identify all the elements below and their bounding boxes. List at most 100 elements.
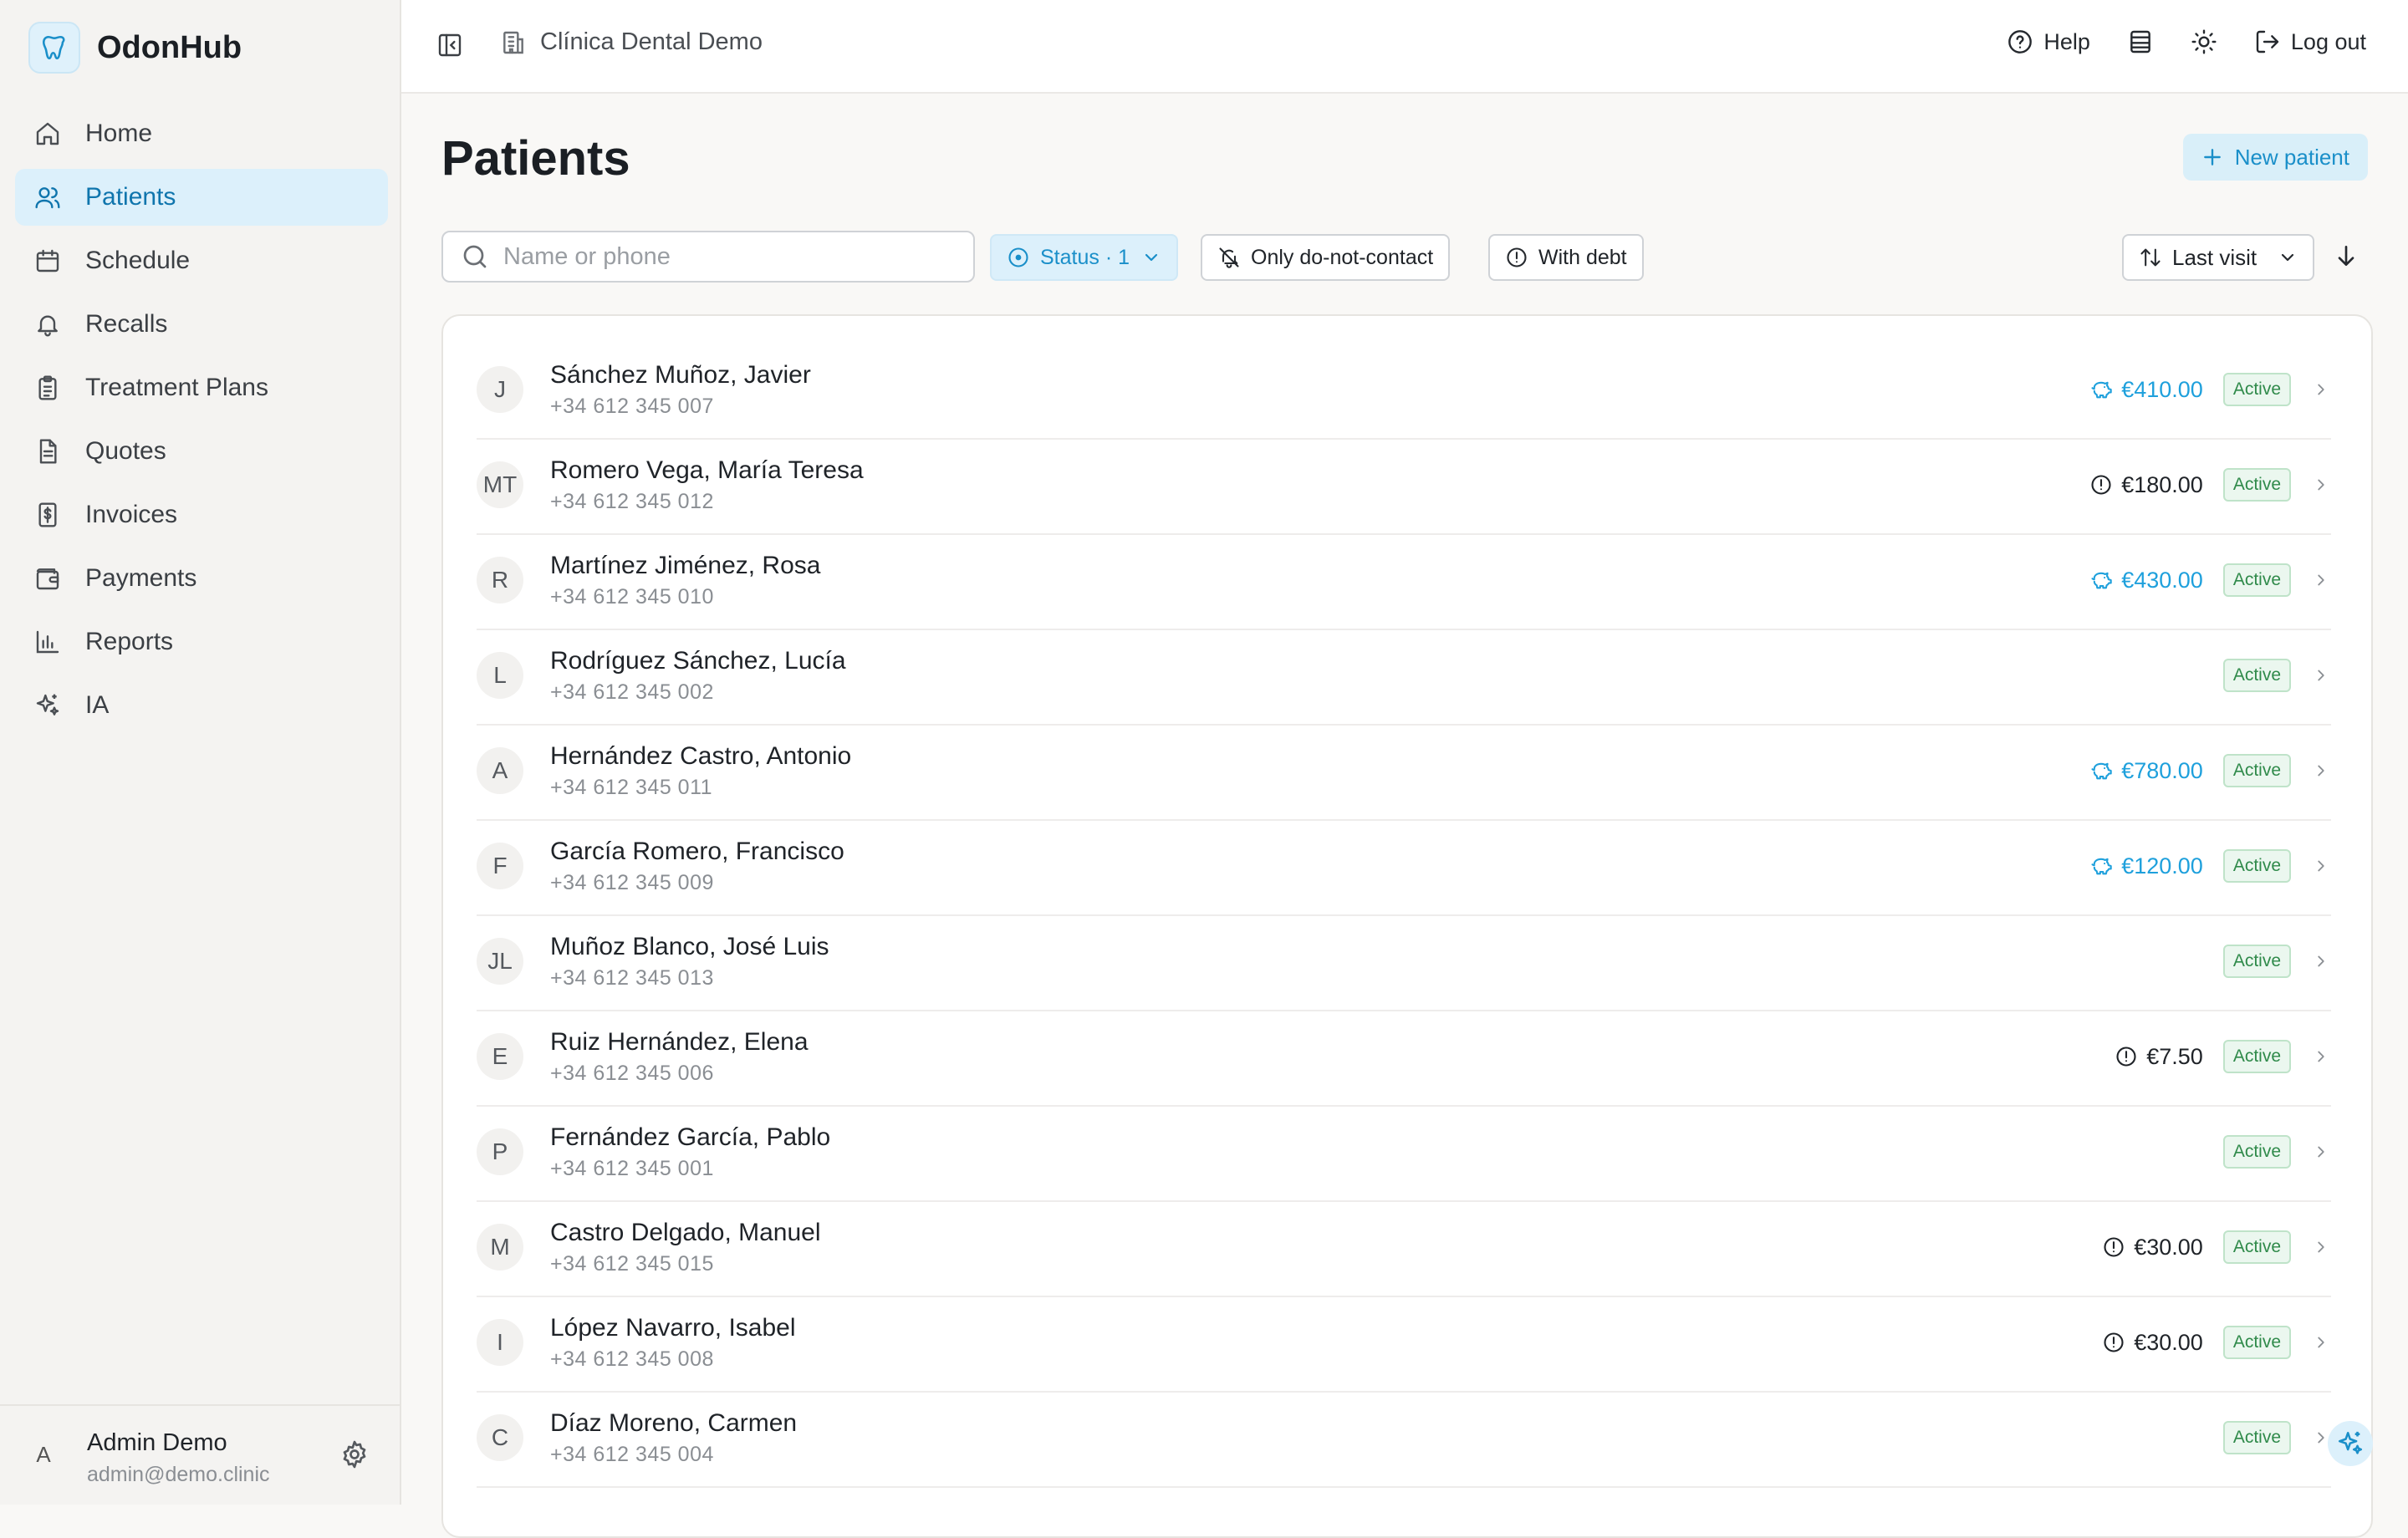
wallet-icon: [33, 564, 62, 593]
patient-phone: +34 612 345 001: [550, 1157, 714, 1180]
patient-row[interactable]: C Díaz Moreno, Carmen +34 612 345 004 Activ…: [477, 1393, 2331, 1488]
row-meta: Active: [2222, 655, 2331, 695]
search-field[interactable]: [441, 231, 975, 283]
patient-phone: +34 612 345 009: [550, 871, 714, 894]
sort-direction-button[interactable]: [2333, 242, 2360, 269]
sidebar-item-reports[interactable]: Reports: [15, 614, 388, 670]
sidebar: OdonHub Home Patients Schedule Recalls T…: [0, 0, 401, 1505]
sort-arrows-icon: [2139, 246, 2162, 269]
status-badge: Active: [2222, 1040, 2291, 1073]
brand-name: OdonHub: [97, 29, 242, 65]
topbar-actions: Help Log out: [1970, 28, 2366, 55]
patient-phone: +34 612 345 010: [550, 585, 714, 609]
home-icon: [33, 120, 62, 148]
row-meta: €30.00 Active: [2102, 1322, 2331, 1362]
piggy-bank-icon: [2089, 759, 2113, 782]
with-debt-filter[interactable]: With debt: [1488, 234, 1644, 281]
user-name: Admin Demo: [87, 1429, 227, 1456]
avatar[interactable]: A: [27, 1438, 60, 1471]
sidebar-toggle-icon[interactable]: [436, 32, 463, 59]
patient-row[interactable]: A Hernández Castro, Antonio +34 612 345 01…: [477, 726, 2331, 821]
chevron-down-icon: [1141, 247, 1161, 267]
clipboard-icon: [33, 374, 62, 402]
patient-phone: +34 612 345 002: [550, 680, 714, 704]
patient-balance: €7.50: [2115, 1044, 2203, 1070]
sidebar-item-home[interactable]: Home: [15, 105, 388, 162]
building-icon: [500, 29, 527, 56]
sidebar-item-patients[interactable]: Patients: [15, 169, 388, 226]
sidebar-item-quotes[interactable]: Quotes: [15, 423, 388, 480]
patient-balance: €120.00: [2089, 853, 2203, 879]
sidebar-item-payments[interactable]: Payments: [15, 550, 388, 607]
sidebar-item-ia[interactable]: IA: [15, 677, 388, 734]
patient-row[interactable]: R Martínez Jiménez, Rosa +34 612 345 010 €4…: [477, 535, 2331, 630]
avatar: A: [477, 747, 523, 794]
gear-icon[interactable]: [339, 1439, 370, 1469]
patient-row[interactable]: E Ruiz Hernández, Elena +34 612 345 006 €7.…: [477, 1011, 2331, 1107]
sort-select[interactable]: Last visit: [2122, 234, 2314, 281]
patient-row[interactable]: I López Navarro, Isabel +34 612 345 008 €30…: [477, 1297, 2331, 1393]
patient-row[interactable]: J Sánchez Muñoz, Javier +34 612 345 007 €41…: [477, 344, 2331, 440]
patient-balance: €430.00: [2089, 568, 2203, 593]
patient-name: García Romero, Francisco: [550, 838, 844, 865]
patient-row[interactable]: MT Romero Vega, María Teresa +34 612 345 0…: [477, 440, 2331, 535]
layout-toggle-button[interactable]: [2127, 28, 2154, 55]
logout-icon: [2254, 28, 2281, 55]
clinic-name: Clínica Dental Demo: [540, 28, 763, 55]
patient-phone: +34 612 345 012: [550, 490, 714, 513]
status-badge: Active: [2222, 563, 2291, 597]
avatar: F: [477, 843, 523, 889]
status-badge: Active: [2222, 468, 2291, 502]
patient-balance: €30.00: [2102, 1235, 2203, 1260]
logout-button[interactable]: Log out: [2254, 28, 2366, 55]
topbar: Clínica Dental Demo Help Log out: [401, 0, 2408, 94]
receipt-icon: [33, 501, 62, 529]
patient-name: Romero Vega, María Teresa: [550, 456, 864, 484]
balance-amount: €7.50: [2146, 1043, 2203, 1069]
theme-toggle-button[interactable]: [2191, 28, 2217, 55]
new-patient-label: New patient: [2234, 144, 2349, 170]
brand[interactable]: OdonHub: [28, 22, 242, 74]
alert-circle-icon: [2102, 1331, 2125, 1354]
with-debt-label: With debt: [1538, 245, 1627, 269]
patient-row[interactable]: L Rodríguez Sánchez, Lucía +34 612 345 002…: [477, 630, 2331, 726]
search-input[interactable]: [502, 242, 957, 272]
patient-row[interactable]: JL Muñoz Blanco, José Luis +34 612 345 013…: [477, 916, 2331, 1011]
row-meta: €780.00 Active: [2089, 751, 2331, 791]
avatar: JL: [477, 938, 523, 985]
balance-amount: €410.00: [2121, 376, 2203, 402]
calendar-icon: [33, 247, 62, 275]
chevron-right-icon: [2311, 666, 2331, 685]
row-meta: €430.00 Active: [2089, 560, 2331, 600]
status-badge: Active: [2222, 945, 2291, 978]
balance-amount: €780.00: [2121, 757, 2203, 783]
bell-icon: [33, 310, 62, 339]
patient-row[interactable]: P Fernández García, Pablo +34 612 345 001 A…: [477, 1107, 2331, 1202]
ai-assistant-button[interactable]: [2328, 1421, 2373, 1466]
patient-balance: €780.00: [2089, 758, 2203, 784]
avatar: J: [477, 366, 523, 413]
status-badge: Active: [2222, 1421, 2291, 1454]
new-patient-button[interactable]: New patient: [2182, 134, 2368, 181]
patient-name: Muñoz Blanco, José Luis: [550, 933, 829, 960]
sidebar-item-schedule[interactable]: Schedule: [15, 232, 388, 289]
status-filter[interactable]: Status · 1: [990, 234, 1178, 281]
row-meta: Active: [2222, 1418, 2331, 1458]
clinic-selector[interactable]: Clínica Dental Demo: [500, 28, 763, 56]
patient-phone: +34 612 345 015: [550, 1252, 714, 1276]
sidebar-item-recalls[interactable]: Recalls: [15, 296, 388, 353]
chevron-right-icon: [2311, 380, 2331, 399]
patient-row[interactable]: M Castro Delgado, Manuel +34 612 345 015 €3…: [477, 1202, 2331, 1297]
avatar: C: [477, 1414, 523, 1461]
sidebar-item-treatment-plans[interactable]: Treatment Plans: [15, 359, 388, 416]
help-button[interactable]: Help: [2007, 28, 2090, 55]
patient-row[interactable]: F García Romero, Francisco +34 612 345 009…: [477, 821, 2331, 916]
patient-phone: +34 612 345 007: [550, 395, 714, 418]
sidebar-item-invoices[interactable]: Invoices: [15, 486, 388, 543]
patient-name: Sánchez Muñoz, Javier: [550, 361, 811, 389]
bell-off-icon: [1217, 246, 1241, 269]
patient-phone: +34 612 345 013: [550, 966, 714, 990]
users-icon: [33, 183, 62, 211]
sidebar-item-label: IA: [85, 691, 110, 719]
do-not-contact-filter[interactable]: Only do-not-contact: [1201, 234, 1451, 281]
